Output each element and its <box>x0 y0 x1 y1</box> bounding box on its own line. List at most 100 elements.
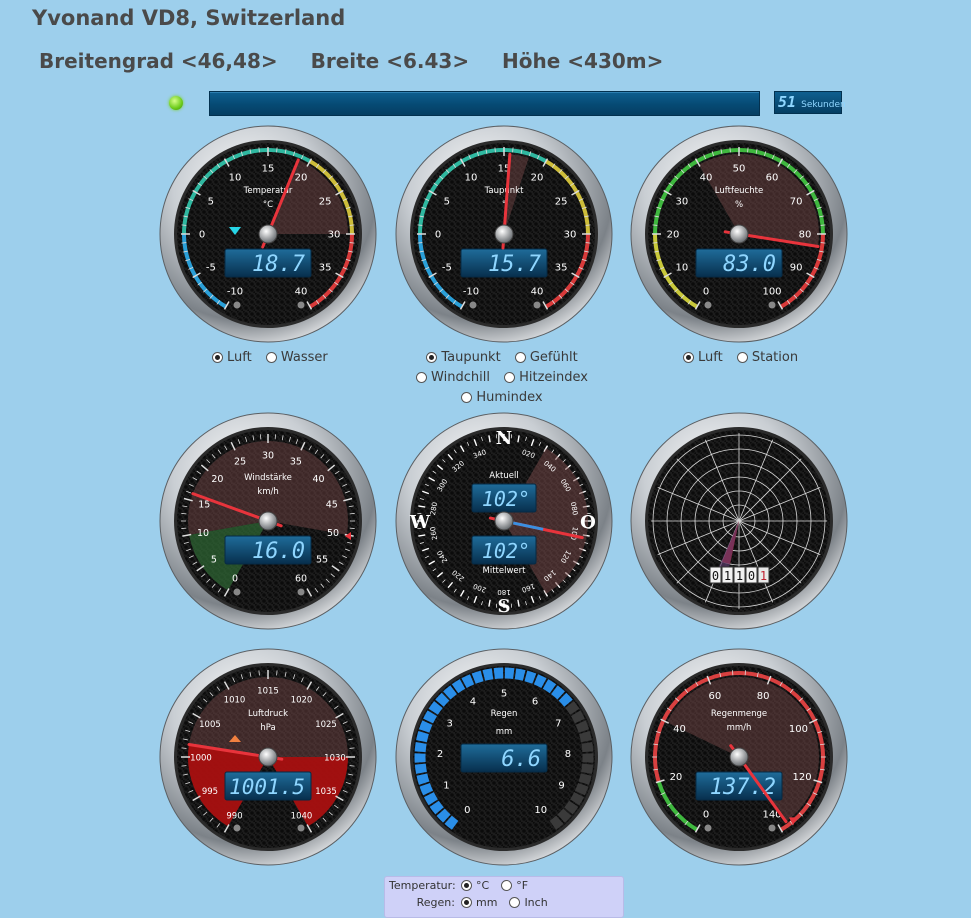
option-hum-air[interactable]: Luft <box>683 350 723 365</box>
scale-tick <box>730 147 731 152</box>
status-led-icon <box>169 96 183 110</box>
knob <box>298 589 305 596</box>
scale-tick <box>350 243 355 244</box>
unit-celsius[interactable]: °C <box>461 879 489 892</box>
radio-icon[interactable] <box>266 352 277 363</box>
wind-direction-compass[interactable]: 0200400600801001201401601802002202402602… <box>395 412 613 630</box>
scale-tick <box>181 225 186 226</box>
tick-label: 80 <box>757 691 770 702</box>
tick-label: 1030 <box>324 754 346 764</box>
humidity-gauge[interactable]: 0102030405060708090100Luftfeuchte%83.0 <box>630 125 848 343</box>
tick-label: 1035 <box>315 787 337 797</box>
rain-unit-label: Regen: <box>389 896 455 909</box>
tick-label: 0 <box>703 287 709 298</box>
tick-label: 120 <box>793 772 812 783</box>
radio-icon[interactable] <box>461 392 472 403</box>
option-feels-like[interactable]: Gefühlt <box>515 350 578 365</box>
tick-label: 10 <box>675 263 688 274</box>
needle-hub <box>259 748 277 766</box>
rain-segment <box>570 705 575 712</box>
tick-label: 5 <box>208 197 214 208</box>
tick-label: 90 <box>790 263 803 274</box>
tick-label: 0 <box>703 810 709 821</box>
wind-rose[interactable]: 01101 <box>630 412 848 630</box>
radio-icon[interactable] <box>461 880 472 891</box>
scale-tick <box>652 243 657 244</box>
rain-segment <box>580 785 583 793</box>
rain-segment <box>554 690 561 696</box>
scale-tick <box>513 147 514 152</box>
rain-gauge[interactable]: 012345678910Regenmm6.6 <box>395 648 613 866</box>
radio-icon[interactable] <box>212 352 223 363</box>
temp-unit-label: Temperatur: <box>389 879 455 892</box>
unit-inch[interactable]: Inch <box>509 896 547 909</box>
radio-icon[interactable] <box>501 880 512 891</box>
tick-label: 1000 <box>190 754 212 764</box>
tick-label: 20 <box>670 772 683 783</box>
tick-label: -10 <box>463 287 479 298</box>
option-humidex[interactable]: Humindex <box>461 390 542 405</box>
option-temp-water[interactable]: Wasser <box>266 350 328 365</box>
odometer-digit: 1 <box>736 569 743 583</box>
unit-mm[interactable]: mm <box>461 896 497 909</box>
tick-label: 45 <box>326 499 338 510</box>
status-bar <box>209 91 760 116</box>
scale-tick <box>181 748 186 749</box>
pressure-gauge[interactable]: 9909951000100510101015102010251030103510… <box>159 648 377 866</box>
scale-tick <box>259 670 260 675</box>
odometer-digit: 0 <box>712 569 719 583</box>
tick-label: 50 <box>733 164 746 175</box>
refresh-seconds: 51 <box>778 93 796 111</box>
scale-tick <box>181 766 186 767</box>
needle-hub <box>730 748 748 766</box>
radio-icon[interactable] <box>509 897 520 908</box>
tick-label: 40 <box>700 172 713 183</box>
needle-hub <box>495 225 513 243</box>
tick-label: 5 <box>501 689 507 700</box>
wind-speed-gauge[interactable]: 051015202530354045505560Windstärkekm/h16… <box>159 412 377 630</box>
average-label: Mittelwert <box>483 566 527 576</box>
option-windchill[interactable]: Windchill <box>416 370 490 385</box>
tick-label: 100 <box>789 724 808 735</box>
temperature-gauge[interactable]: -10-50510152025303540Temperatur°C18.7 <box>159 125 377 343</box>
radio-icon[interactable] <box>515 352 526 363</box>
rain-segment <box>448 820 455 826</box>
tick-label: 1010 <box>224 695 246 705</box>
option-temp-air[interactable]: Luft <box>212 350 252 365</box>
temp-unit-row: Temperatur: °C °F <box>389 879 540 892</box>
radio-icon[interactable] <box>461 897 472 908</box>
rain-segment <box>422 775 424 784</box>
radio-icon[interactable] <box>416 372 427 383</box>
tick-label: 50 <box>327 528 339 539</box>
rain-segment <box>474 676 482 679</box>
tick-label: 25 <box>319 197 332 208</box>
rain-segment <box>425 785 428 793</box>
rain-unit-row: Regen: mm Inch <box>389 896 560 909</box>
option-heat-index[interactable]: Hitzeindex <box>504 370 588 385</box>
tick-label: 15 <box>262 164 275 175</box>
average-direction-value: 102° <box>482 539 530 563</box>
scale-tick <box>277 147 278 152</box>
option-hum-station[interactable]: Station <box>737 350 798 365</box>
rain-segment <box>422 733 424 742</box>
temp-source-options: Luft Wasser <box>212 350 338 367</box>
radio-icon[interactable] <box>504 372 515 383</box>
radio-icon[interactable] <box>737 352 748 363</box>
unit-fahrenheit[interactable]: °F <box>501 879 528 892</box>
option-dewpoint[interactable]: Taupunkt <box>426 350 500 365</box>
gauge-label: Luftfeuchte <box>715 186 763 196</box>
tick-label: 0 <box>435 230 441 241</box>
scale-tick <box>652 225 657 226</box>
tick-label: 1020 <box>291 695 313 705</box>
tick-label: 10 <box>197 528 209 539</box>
tick-label: 3 <box>447 719 453 730</box>
tick-label: 35 <box>290 457 302 468</box>
tick-label: 5 <box>444 197 450 208</box>
knob <box>769 825 776 832</box>
radio-icon[interactable] <box>426 352 437 363</box>
radio-icon[interactable] <box>683 352 694 363</box>
gauge-unit: km/h <box>257 487 278 497</box>
rain-segment <box>562 697 568 703</box>
rain-rate-gauge[interactable]: 020406080100120140Regenmengemm/h137.2 <box>630 648 848 866</box>
dewpoint-gauge[interactable]: -10-50510152025303540Taupunkt°15.7 <box>395 125 613 343</box>
